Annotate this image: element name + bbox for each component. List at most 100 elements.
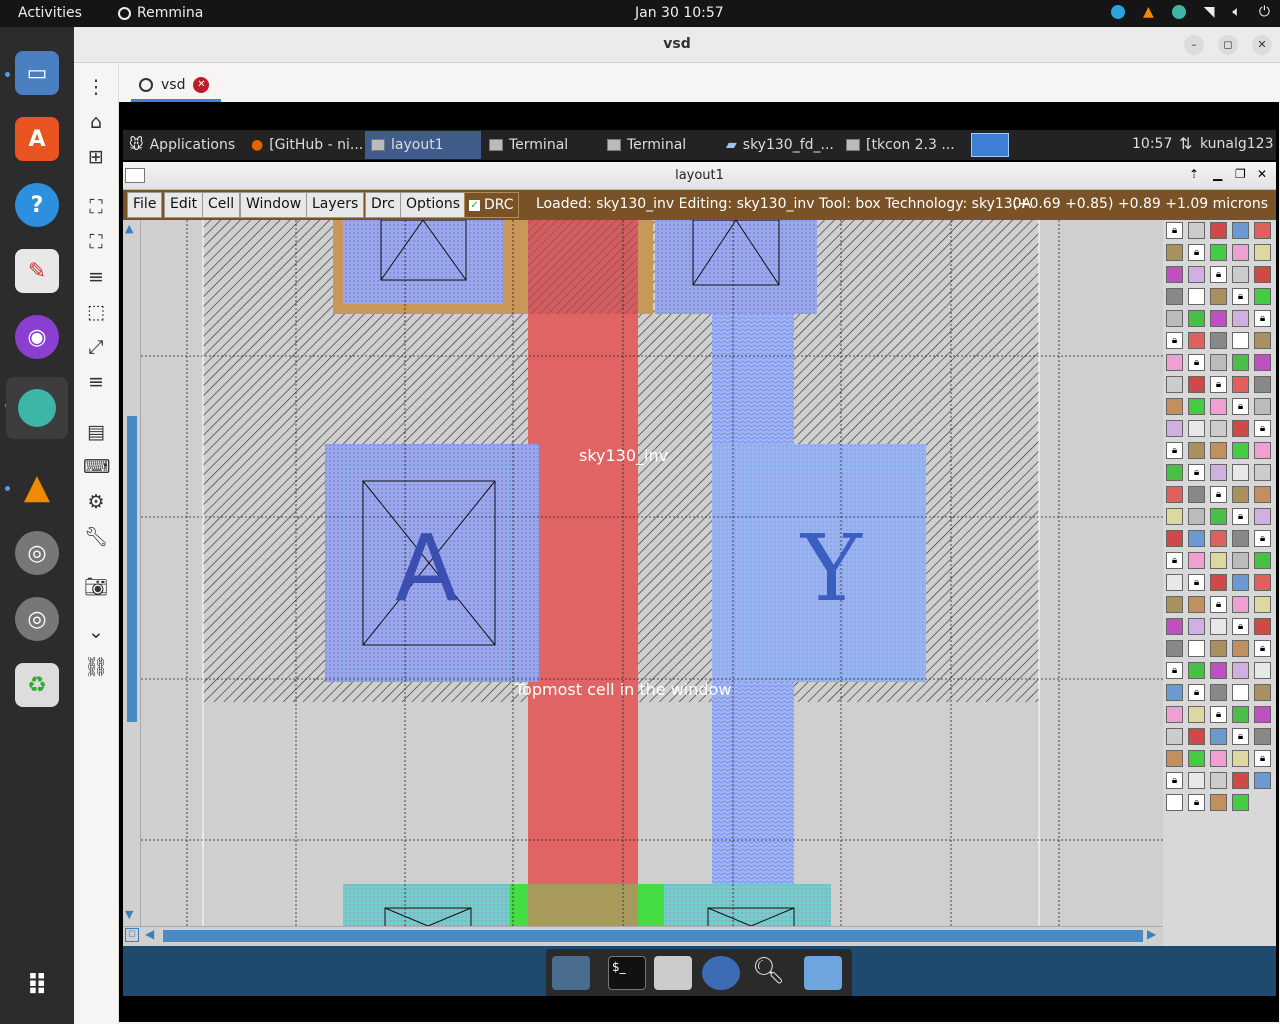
layer-swatch[interactable]	[1232, 706, 1249, 723]
menu-icon[interactable]: ⋮	[83, 74, 109, 100]
layer-swatch[interactable]	[1232, 244, 1249, 261]
layer-swatch[interactable]	[1188, 310, 1205, 327]
layer-swatch[interactable]	[1210, 332, 1227, 349]
layer-swatch[interactable]	[1254, 706, 1271, 723]
layer-swatch[interactable]	[1210, 772, 1227, 789]
layer-swatch[interactable]	[1166, 794, 1183, 811]
layer-swatch[interactable]: 🔒︎	[1254, 310, 1271, 327]
layer-swatch[interactable]: 🔒︎	[1210, 266, 1227, 283]
layer-swatch[interactable]	[1210, 750, 1227, 767]
layer-swatch[interactable]	[1166, 420, 1183, 437]
layer-swatch[interactable]	[1188, 332, 1205, 349]
zoom-box-icon[interactable]: ◻	[125, 928, 139, 942]
scroll-down-icon[interactable]: ▼	[125, 908, 133, 921]
layer-swatch[interactable]	[1210, 794, 1227, 811]
layer-palette[interactable]: 🔒︎ 🔒︎ 🔒︎ 🔒︎ 🔒︎ 🔒︎ 🔒︎ 🔒︎ 🔒︎ 🔒︎ 🔒︎ 🔒︎ 🔒︎ 🔒︎ 🔒︎ 🔒︎ 🔒︎ 🔒︎ 🔒︎ 🔒︎…	[1163, 220, 1276, 946]
layer-swatch[interactable]	[1254, 772, 1271, 789]
layer-swatch[interactable]	[1232, 222, 1249, 239]
layer-swatch[interactable]	[1188, 552, 1205, 569]
layer-swatch[interactable]: 🔒︎	[1188, 464, 1205, 481]
layer-swatch[interactable]	[1210, 508, 1227, 525]
layer-swatch[interactable]	[1210, 530, 1227, 547]
layer-swatch[interactable]: 🔒︎	[1232, 728, 1249, 745]
layer-swatch[interactable]	[1254, 552, 1271, 569]
firefox-icon[interactable]: ◉	[15, 315, 59, 359]
fullscreen-icon[interactable]: ⛶	[83, 229, 109, 255]
layer-swatch[interactable]: 🔒︎	[1210, 486, 1227, 503]
workspace-switcher[interactable]	[971, 133, 1009, 157]
layer-swatch[interactable]: 🔒︎	[1188, 354, 1205, 371]
layer-swatch[interactable]	[1210, 662, 1227, 679]
layer-swatch[interactable]	[1254, 486, 1271, 503]
tools-icon[interactable]: 🔧︎	[83, 524, 109, 550]
layer-swatch[interactable]	[1254, 332, 1271, 349]
panel-user[interactable]: kunalg123	[1200, 136, 1274, 152]
layer-swatch[interactable]	[1188, 640, 1205, 657]
layer-swatch[interactable]	[1188, 420, 1205, 437]
close-button[interactable]: ✕	[1252, 35, 1272, 55]
layer-swatch[interactable]	[1188, 662, 1205, 679]
minimize-button[interactable]: –	[1184, 35, 1204, 55]
layer-swatch[interactable]: 🔒︎	[1210, 596, 1227, 613]
layer-swatch[interactable]	[1254, 244, 1271, 261]
tab-vsd[interactable]: vsd ✕	[131, 71, 221, 102]
help-icon[interactable]: ?	[15, 183, 59, 227]
fit-window-icon[interactable]: ⛶	[83, 194, 109, 220]
file-manager-icon[interactable]	[804, 956, 842, 990]
disc-icon[interactable]: ◎	[15, 531, 59, 575]
vertical-scrollbar[interactable]: ▲ ▼	[123, 220, 141, 926]
layer-swatch[interactable]	[1232, 684, 1249, 701]
preferences-icon[interactable]: ⚙	[83, 489, 109, 515]
remmina-tray-icon[interactable]	[1171, 5, 1186, 19]
layer-swatch[interactable]	[1232, 310, 1249, 327]
layer-swatch[interactable]	[1210, 442, 1227, 459]
remote-desktop[interactable]: 🐭︎ Applications ● [GitHub - ni... layout…	[119, 102, 1279, 1022]
layer-swatch[interactable]	[1232, 332, 1249, 349]
layer-swatch[interactable]	[1188, 706, 1205, 723]
layer-swatch[interactable]	[1254, 596, 1271, 613]
web-browser-icon[interactable]	[702, 956, 740, 990]
layer-swatch[interactable]	[1232, 574, 1249, 591]
scroll-up-icon[interactable]: ▲	[125, 222, 133, 235]
layer-swatch[interactable]	[1254, 508, 1271, 525]
layer-swatch[interactable]	[1166, 706, 1183, 723]
scale-icon[interactable]: ≡	[83, 264, 109, 290]
drc-toggle[interactable]: ✓ DRC	[464, 192, 519, 218]
trash-icon[interactable]: ♻	[15, 663, 59, 707]
layer-swatch[interactable]	[1166, 684, 1183, 701]
layer-swatch[interactable]	[1232, 552, 1249, 569]
layer-swatch[interactable]: 🔒︎	[1166, 222, 1183, 239]
layer-swatch[interactable]	[1188, 772, 1205, 789]
layer-swatch[interactable]	[1210, 420, 1227, 437]
taskbar-item[interactable]: ● [GitHub - ni...	[245, 131, 363, 159]
layer-swatch[interactable]	[1210, 574, 1227, 591]
layer-swatch[interactable]: 🔒︎	[1232, 508, 1249, 525]
layer-swatch[interactable]	[1232, 442, 1249, 459]
layer-swatch[interactable]	[1232, 486, 1249, 503]
layer-swatch[interactable]: 🔒︎	[1254, 750, 1271, 767]
layer-swatch[interactable]	[1166, 266, 1183, 283]
layer-swatch[interactable]	[1232, 640, 1249, 657]
layer-swatch[interactable]	[1188, 508, 1205, 525]
layer-swatch[interactable]	[1254, 354, 1271, 371]
layer-swatch[interactable]: 🔒︎	[1188, 794, 1205, 811]
layer-swatch[interactable]	[1210, 640, 1227, 657]
new-connection-icon[interactable]: ⊞	[83, 144, 109, 170]
menu-edit[interactable]: Edit	[164, 192, 204, 218]
layer-swatch[interactable]: 🔒︎	[1166, 662, 1183, 679]
panel-clock[interactable]: 10:57	[1132, 136, 1172, 152]
search-icon[interactable]: 🔍︎	[752, 956, 790, 990]
menu-cell[interactable]: Cell	[202, 192, 241, 218]
collapse-icon[interactable]: ⌄	[83, 619, 109, 645]
layer-swatch[interactable]: 🔒︎	[1188, 244, 1205, 261]
files-icon[interactable]: ▭	[15, 51, 59, 95]
scroll-left-icon[interactable]: ◀	[145, 927, 154, 941]
layer-swatch[interactable]	[1166, 398, 1183, 415]
scaled-mode-icon[interactable]: ≡	[83, 369, 109, 395]
layer-swatch[interactable]: 🔒︎	[1188, 574, 1205, 591]
layer-swatch[interactable]	[1166, 376, 1183, 393]
layer-swatch[interactable]	[1232, 354, 1249, 371]
layer-swatch[interactable]	[1188, 288, 1205, 305]
layer-swatch[interactable]	[1166, 618, 1183, 635]
layer-swatch[interactable]	[1210, 464, 1227, 481]
